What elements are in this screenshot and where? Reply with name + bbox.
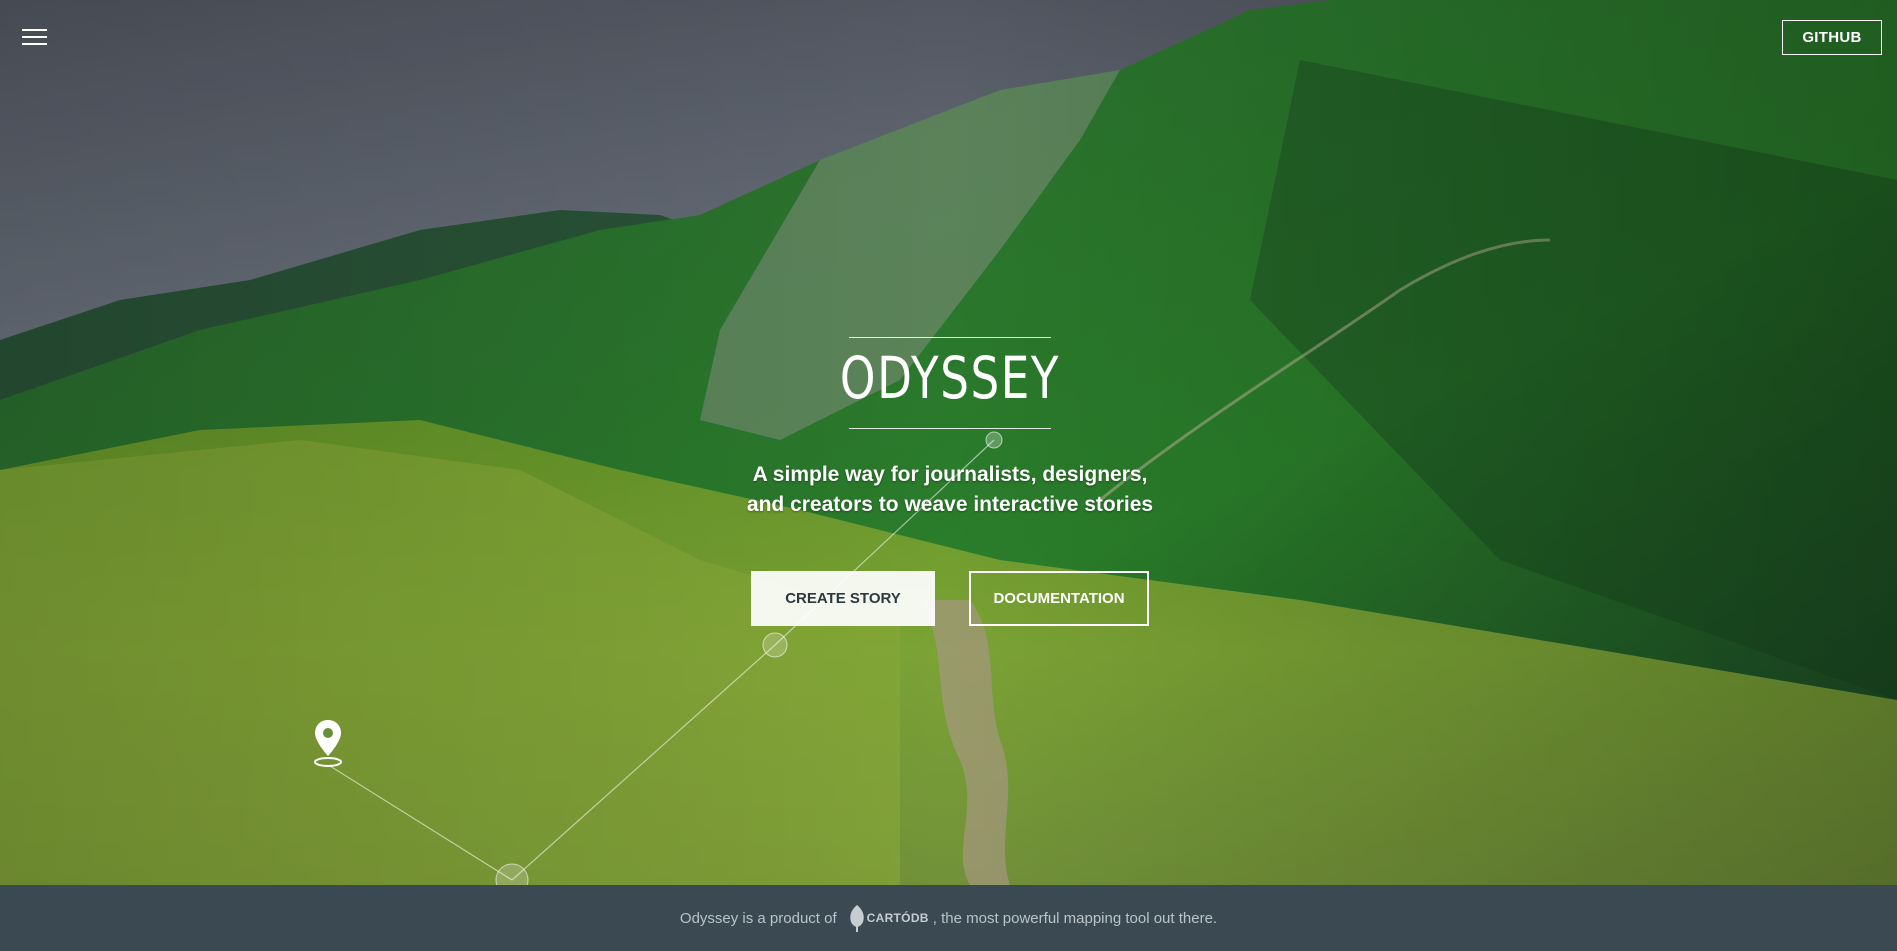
documentation-button[interactable]: DOCUMENTATION [969, 571, 1149, 626]
footer-text-before: Odyssey is a product of [679, 909, 837, 927]
cartodb-brand: CARTÓDB [866, 911, 929, 925]
subtitle-line-2: and creators to weave interactive storie… [746, 493, 1154, 516]
hamburger-menu-icon[interactable] [22, 29, 47, 47]
github-button[interactable]: GITHUB [1782, 20, 1882, 55]
create-story-button[interactable]: CREATE STORY [751, 571, 935, 626]
subtitle-line-1: A simple way for journalists, designers, [752, 463, 1148, 486]
hero-subtitle: A simple way for journalists, designers,… [700, 460, 1200, 520]
footer: Odyssey is a product of CARTÓDB , the mo… [0, 885, 1897, 951]
page-title: ODYSSEY [839, 344, 1061, 412]
cartodb-leaf-icon [849, 905, 864, 932]
cartodb-logo[interactable]: CARTÓDB [847, 904, 929, 932]
hero-background: GITHUB ODYSSEY A simple way for journali… [0, 0, 1897, 885]
title-bottom-rule [849, 428, 1051, 429]
title-top-rule [849, 337, 1051, 338]
mountain-landscape-illustration [0, 0, 1897, 885]
map-pin-icon[interactable] [312, 718, 344, 773]
footer-text-after: , the most powerful mapping tool out the… [932, 909, 1218, 927]
